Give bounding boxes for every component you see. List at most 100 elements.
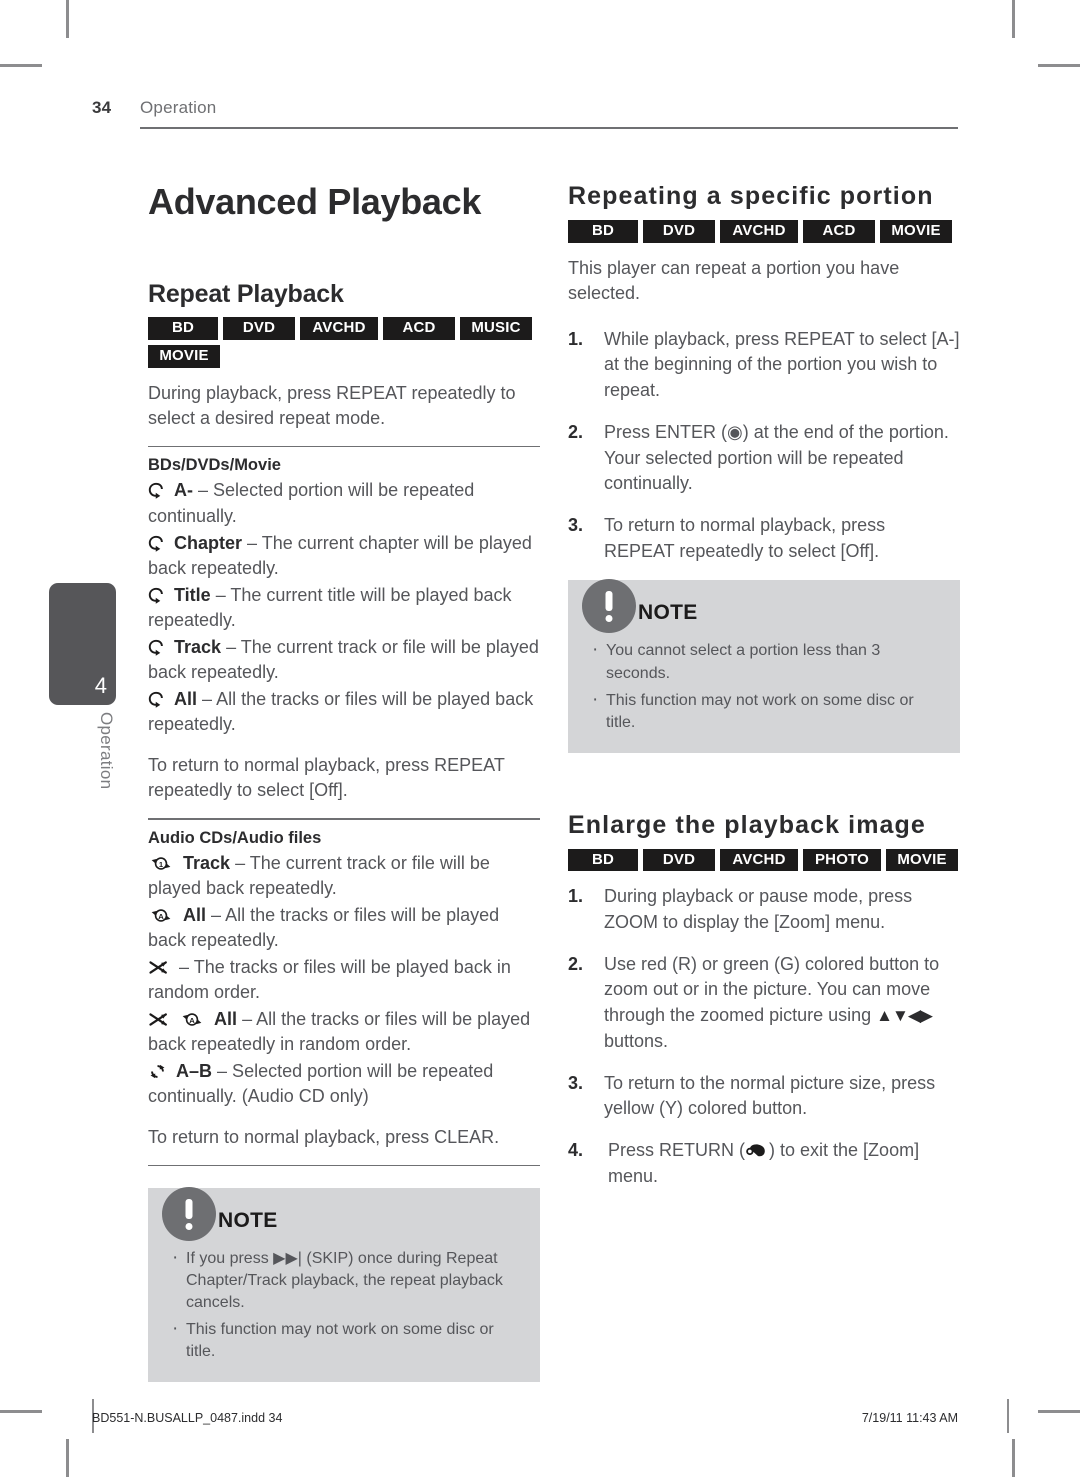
step-number: 3.	[568, 1072, 584, 1093]
note-list: You cannot select a portion less than 3 …	[586, 637, 942, 734]
list-item-text: – Selected portion will be repeated cont…	[148, 480, 475, 526]
note-list-item: You cannot select a portion less than 3 …	[586, 637, 942, 684]
steps-list-enlarge-image: 1. During playback or pause mode, press …	[568, 884, 960, 1189]
step-number: 2.	[568, 953, 584, 974]
media-badge-avchd: AVCHD	[720, 219, 798, 243]
step-number: 4.	[568, 1140, 584, 1161]
note-list-item: If you press ▶▶| (SKIP) once during Repe…	[166, 1245, 522, 1314]
section-title-enlarge-image: Enlarge the playback image	[568, 810, 926, 839]
crop-mark-bottom-right-vertical	[1012, 1439, 1015, 1477]
page-number: 34	[92, 98, 112, 117]
page-header: 34 Operation	[92, 98, 958, 129]
step-number: 2.	[568, 421, 584, 442]
list-item-text: – All the tracks or files will be played…	[148, 688, 534, 735]
section-title-repeat-playback: Repeat Playback	[148, 279, 344, 308]
list-item-label: Chapter	[174, 532, 243, 553]
section-title-repeating-portion: Repeating a specific portion	[568, 182, 934, 210]
crop-mark-top-left-vertical	[66, 0, 69, 38]
media-badge-dvd: DVD	[643, 219, 715, 243]
return-arrow-icon	[746, 1144, 765, 1157]
list-item-text: – The tracks or files will be played bac…	[148, 956, 511, 1003]
svg-text:1: 1	[159, 859, 164, 868]
list-item-label: A–B	[176, 1060, 213, 1081]
subheading-audio-cds-files: Audio CDs/Audio files	[148, 828, 322, 847]
step-item: 3. To return to the normal picture size,…	[568, 1071, 960, 1122]
step-text: Press ENTER (◉) at the end of the portio…	[604, 421, 949, 494]
step-text: While playback, press REPEAT to select […	[604, 328, 960, 401]
exclamation-icon	[162, 1187, 216, 1242]
direction-arrows-icon: ▲▼◀▶	[876, 1006, 933, 1026]
footer-file-name: BD551-N.BUSALLP_0487.indd 34	[92, 1411, 283, 1425]
side-tab-number: 4	[94, 673, 107, 698]
step-text: During playback or pause mode, press ZOO…	[604, 886, 913, 933]
step-number: 1.	[568, 886, 584, 907]
note-list-item: This function may not work on some disc …	[586, 687, 942, 734]
list-item-label: A-	[174, 480, 194, 501]
divider-before-note	[148, 1164, 540, 1167]
media-badge-movie: MOVIE	[886, 848, 958, 872]
media-badge-avchd: AVCHD	[720, 848, 798, 872]
subheading-bds-dvds-movie: BDs/DVDs/Movie	[148, 456, 281, 475]
list-item-label: Track	[174, 636, 222, 657]
note-box-right: NOTE You cannot select a portion less th…	[568, 579, 960, 753]
svg-text:A: A	[189, 1016, 195, 1025]
step-item: 4. Press RETURN ( ) to exit the [Zoom] m…	[568, 1138, 960, 1189]
side-tab-chapter-marker: 4	[49, 583, 116, 705]
list-item-label: All	[174, 688, 198, 709]
step-text: To return to normal playback, press REPE…	[604, 515, 886, 561]
repeat-loop-icon	[148, 483, 163, 500]
crop-mark-bottom-right-horizontal	[1038, 1410, 1080, 1413]
media-badge-bd: BD	[568, 848, 638, 872]
step-text-after: buttons.	[604, 1030, 669, 1051]
media-badge-dvd: DVD	[643, 848, 715, 872]
note-header: NOTE	[162, 1187, 522, 1242]
repeat-all-icon: A	[182, 1013, 202, 1026]
crop-mark-top-right-vertical	[1012, 0, 1015, 38]
step-item: 1. During playback or pause mode, press …	[568, 884, 960, 935]
note-list-item: This function may not work on some disc …	[166, 1316, 522, 1363]
list-item: A–B – Selected portion will be repeated …	[148, 1059, 540, 1110]
repeat-loop-icon	[148, 639, 163, 656]
audio-group-closing-text: To return to normal playback, press CLEA…	[148, 1126, 500, 1147]
bd-group-closing-text: To return to normal playback, press REPE…	[148, 754, 505, 801]
repeating-portion-intro: This player can repeat a portion you hav…	[568, 257, 900, 304]
step-item: 3. To return to normal playback, press R…	[568, 513, 960, 564]
media-badge-music: MUSIC	[460, 317, 532, 341]
repeat-ab-icon	[150, 1064, 165, 1079]
step-item: 1. While playback, press REPEAT to selec…	[568, 327, 960, 404]
list-item: Title – The current title will be played…	[148, 583, 540, 634]
page-title: Advanced Playback	[148, 181, 482, 222]
side-tab-label: Operation	[97, 712, 116, 790]
divider-audio-group	[148, 818, 540, 820]
header-right: Operation	[140, 98, 958, 129]
list-item-label: Track	[183, 852, 231, 873]
media-badge-movie: MOVIE	[880, 219, 952, 243]
list-item-text: – All the tracks or files will be played…	[148, 1008, 531, 1055]
list-item: – The tracks or files will be played bac…	[148, 955, 540, 1006]
shuffle-icon	[149, 1013, 167, 1026]
repeat-playback-intro: During playback, press REPEAT repeatedly…	[148, 382, 516, 429]
header-divider	[140, 127, 958, 129]
crop-mark-bottom-left-vertical	[66, 1439, 69, 1477]
badge-row-repeat-playback: BD DVD AVCHD ACD MUSIC MOVIE	[148, 317, 540, 368]
shuffle-icon	[149, 960, 167, 974]
list-item: A- – Selected portion will be repeated c…	[148, 478, 540, 529]
note-title: NOTE	[218, 1209, 278, 1233]
repeat-loop-icon	[148, 587, 163, 604]
crop-mark-top-right-horizontal	[1038, 64, 1080, 67]
crop-mark-bottom-left-horizontal	[0, 1410, 42, 1413]
media-badge-avchd: AVCHD	[300, 317, 378, 341]
note-list: If you press ▶▶| (SKIP) once during Repe…	[166, 1245, 522, 1363]
repeat-loop-icon	[148, 535, 163, 552]
step-text-before: Press RETURN (	[608, 1140, 746, 1161]
list-item: 1 Track – The current track or file will…	[148, 851, 540, 902]
badge-row-repeating-portion: BD DVD AVCHD ACD MOVIE	[568, 219, 960, 243]
note-title: NOTE	[638, 601, 698, 625]
steps-list-repeating-portion: 1. While playback, press REPEAT to selec…	[568, 327, 960, 565]
step-number: 3.	[568, 515, 584, 535]
step-text: To return to the normal picture size, pr…	[604, 1072, 936, 1119]
list-item: All – All the tracks or files will be pl…	[148, 687, 540, 738]
repeat-loop-icon	[148, 691, 163, 708]
list-item: A All – All the tracks or files will be …	[148, 903, 540, 954]
note-box-left: NOTE If you press ▶▶| (SKIP) once during…	[148, 1187, 540, 1383]
